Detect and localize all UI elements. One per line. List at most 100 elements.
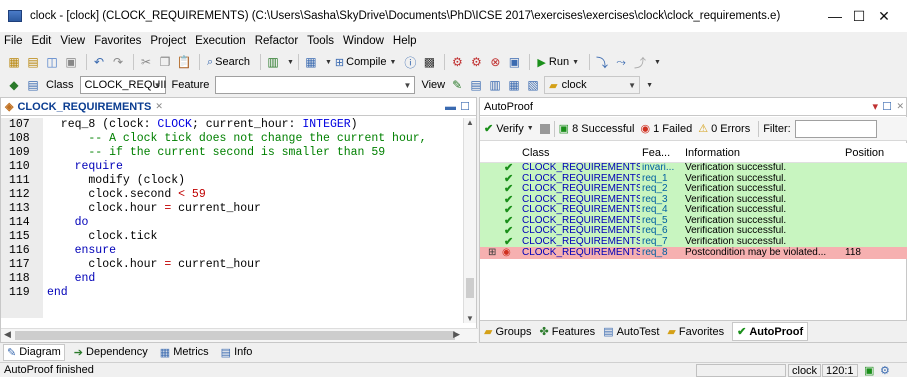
scroll-left-icon[interactable]: ◀ — [4, 329, 11, 340]
compile-options-icon[interactable]: ▦ — [303, 54, 319, 70]
stop-debug-icon[interactable]: ⊗ — [487, 54, 503, 70]
cluster-icon[interactable]: ▤ — [25, 77, 41, 93]
flat-view-icon[interactable]: ▥ — [487, 77, 503, 93]
scroll-thumb[interactable] — [466, 278, 474, 298]
filter-input[interactable] — [794, 119, 877, 138]
scroll-thumb[interactable] — [15, 331, 455, 340]
tab-info[interactable]: ▤ Info — [218, 344, 256, 361]
table-row[interactable]: ✔ CLOCK_REQUIREMENTS req_7 Verification suc… — [480, 236, 907, 247]
info-icon[interactable]: ⓘ — [402, 54, 418, 70]
successful-filter[interactable]: ▣ 8 Successful — [559, 122, 635, 136]
save-icon[interactable]: ▣ — [63, 54, 79, 70]
debug-window-icon[interactable]: ▣ — [506, 54, 522, 70]
menu-project[interactable]: Project — [150, 35, 186, 47]
compile-button[interactable]: ⊞ Compile ▼ — [332, 53, 400, 71]
debug-step-icon[interactable]: ⚙ — [468, 54, 484, 70]
column-header-class[interactable]: Class — [522, 147, 640, 159]
scroll-right-icon[interactable]: ▶ — [453, 329, 460, 340]
column-header-information[interactable]: Information — [685, 147, 845, 159]
table-row[interactable]: ✔ CLOCK_REQUIREMENTS invari... Verification… — [480, 163, 907, 174]
menu-window[interactable]: Window — [343, 35, 384, 47]
tab-diagram[interactable]: ✎ Diagram — [3, 343, 65, 361]
interface-view-icon[interactable]: ▦ — [506, 77, 522, 93]
tab-favorites[interactable]: ▰ Favorites — [667, 325, 724, 339]
maximize-icon[interactable]: ☐ — [882, 100, 892, 113]
code-token: ) — [350, 118, 358, 131]
format-icon[interactable]: ▥ — [265, 54, 281, 70]
menu-edit[interactable]: Edit — [32, 35, 52, 47]
menu-tools[interactable]: Tools — [307, 35, 334, 47]
table-row[interactable]: ✔ CLOCK_REQUIREMENTS req_2 Verification suc… — [480, 184, 907, 195]
chevron-down-icon[interactable]: ▼ — [325, 59, 332, 66]
filter-label: Filter: — [763, 122, 791, 135]
table-row[interactable]: ✔ CLOCK_REQUIREMENTS req_1 Verification suc… — [480, 173, 907, 184]
view-label[interactable]: View — [421, 79, 445, 91]
chevron-down-icon[interactable]: ▼ — [646, 82, 653, 89]
maximize-icon[interactable]: ☐ — [460, 100, 470, 113]
target-icon[interactable]: ◆ — [6, 77, 22, 93]
step-into-icon[interactable]: ⤵ — [594, 54, 610, 70]
menu-favorites[interactable]: Favorites — [94, 35, 141, 47]
undo-icon[interactable]: ↶ — [91, 54, 107, 70]
verify-button[interactable]: ✔ Verify ▼ — [484, 122, 534, 136]
menu-refactor[interactable]: Refactor — [255, 35, 298, 47]
editor-vertical-scrollbar[interactable]: ▲ ▼ — [463, 118, 476, 323]
terminal-icon[interactable]: ▩ — [421, 54, 437, 70]
row-feature: invari... — [642, 163, 675, 173]
code-editor[interactable]: 107 req_8 (clock: CLOCK; current_hour: I… — [1, 118, 465, 318]
cut-icon[interactable]: ✂ — [138, 54, 154, 70]
search-button[interactable]: ⌕ Search — [204, 53, 253, 71]
chevron-down-icon[interactable]: ▼ — [287, 59, 294, 66]
tab-dependency[interactable]: ➔ Dependency — [71, 344, 151, 361]
new-class-icon[interactable]: ◫ — [44, 54, 60, 70]
step-over-icon[interactable]: ⤳ — [613, 54, 629, 70]
feature-combo[interactable]: ▼ — [215, 76, 416, 94]
cluster-combo[interactable]: ▰ clock ▼ — [544, 76, 641, 94]
menu-view[interactable]: View — [60, 35, 85, 47]
tab-features[interactable]: ✤ Features — [540, 325, 596, 339]
editor-tab[interactable]: ◈ CLOCK_REQUIREMENTS ✕ ▬ ☐ — [1, 98, 476, 116]
table-row[interactable]: ✔ CLOCK_REQUIREMENTS req_6 Verification suc… — [480, 226, 907, 237]
debug-icon[interactable]: ⚙ — [449, 54, 465, 70]
table-row[interactable]: ✔ CLOCK_REQUIREMENTS req_5 Verification suc… — [480, 215, 907, 226]
new-project-icon[interactable]: ▦ — [6, 54, 22, 70]
copy-icon[interactable]: ❐ — [157, 54, 173, 70]
toolbar-separator — [260, 54, 262, 70]
text-view-icon[interactable]: ✎ — [449, 77, 465, 93]
menu-file[interactable]: File — [4, 35, 23, 47]
line-number: 111 — [9, 174, 30, 187]
scroll-up-icon[interactable]: ▲ — [466, 118, 474, 127]
column-header-position[interactable]: Position — [845, 147, 905, 159]
paste-icon[interactable]: 📋 — [176, 54, 192, 70]
table-row[interactable]: ✔ CLOCK_REQUIREMENTS req_4 Verification suc… — [480, 205, 907, 216]
editor-horizontal-scrollbar[interactable]: ◀ ▶ — [1, 328, 478, 342]
close-button[interactable]: ✕ — [861, 0, 907, 32]
class-combo[interactable]: CLOCK_REQUII ▼ — [79, 76, 166, 94]
tab-groups[interactable]: ▰ Groups — [484, 325, 532, 339]
minimize-icon[interactable]: ▬ — [445, 101, 456, 113]
failed-filter[interactable]: ◉ 1 Failed — [640, 122, 692, 136]
clickable-view-icon[interactable]: ▧ — [525, 77, 541, 93]
redo-icon[interactable]: ↷ — [110, 54, 126, 70]
table-row[interactable]: ✔ CLOCK_REQUIREMENTS req_3 Verification suc… — [480, 194, 907, 205]
chevron-down-icon[interactable]: ▼ — [654, 59, 661, 66]
pin-icon[interactable]: ▾ — [872, 100, 878, 113]
menu-help[interactable]: Help — [393, 35, 417, 47]
contract-view-icon[interactable]: ▤ — [468, 77, 484, 93]
scroll-down-icon[interactable]: ▼ — [466, 314, 474, 323]
toolbar-separator — [444, 54, 446, 70]
table-row[interactable]: ⊞ ◉ CLOCK_REQUIREMENTS req_8 Postcondition m… — [480, 247, 907, 259]
tab-autotest[interactable]: ▤ AutoTest — [603, 325, 659, 339]
tab-metrics[interactable]: ▦ Metrics — [157, 344, 212, 361]
tab-autoproof[interactable]: ✔ AutoProof — [732, 322, 809, 341]
stop-icon[interactable] — [539, 123, 550, 134]
close-icon[interactable]: ✕ — [155, 101, 163, 112]
expand-icon[interactable]: ⊞ — [488, 247, 496, 259]
open-icon[interactable]: ▤ — [25, 54, 41, 70]
column-header-feature[interactable]: Fea... — [642, 147, 680, 159]
close-icon[interactable]: ✕ — [896, 101, 904, 112]
run-button[interactable]: ▶ Run ▼ — [534, 53, 582, 71]
errors-filter[interactable]: ⚠ 0 Errors — [698, 122, 750, 136]
menu-execution[interactable]: Execution — [195, 35, 246, 47]
step-out-icon[interactable]: ⤴ — [632, 54, 648, 70]
